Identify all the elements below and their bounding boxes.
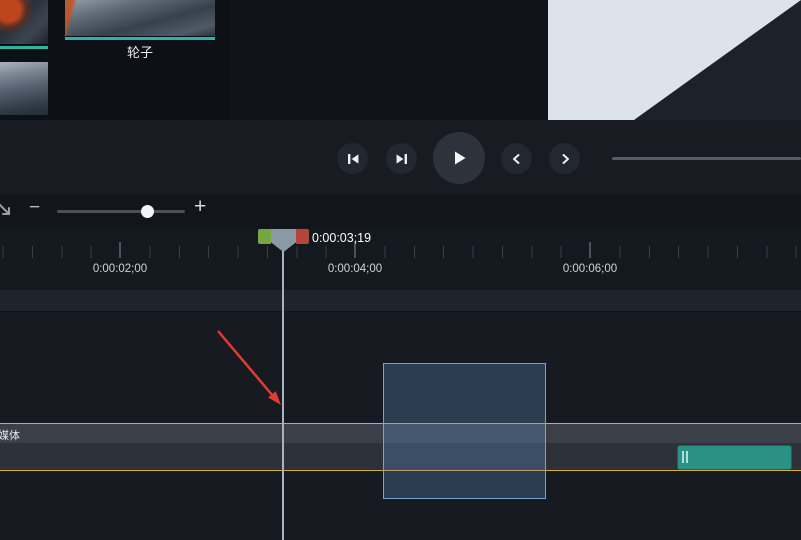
timeline-toolbar: − + — [0, 195, 801, 229]
step-forward-button[interactable] — [549, 143, 580, 174]
track-label: 媒体 — [0, 430, 20, 442]
next-frame-icon — [395, 152, 409, 166]
step-back-button[interactable] — [501, 143, 532, 174]
ruler-time-label: 0:00:02;00 — [92, 263, 148, 275]
clip-grip-icon — [682, 451, 684, 463]
ruler-major-tick — [589, 242, 591, 258]
prev-frame-icon — [346, 152, 360, 166]
chevron-right-icon — [558, 152, 572, 166]
previous-frame-button[interactable] — [337, 143, 368, 174]
clip-grip-icon — [686, 451, 688, 463]
timeline-ruler[interactable]: 0:00:02;00 0:00:04;00 0:00:06;00 0:00:03… — [0, 228, 801, 290]
ruler-time-label: 0:00:06;00 — [562, 263, 618, 275]
timeline-empty-lane — [0, 290, 801, 312]
ruler-time-label: 0:00:04;00 — [327, 263, 383, 275]
playhead-line[interactable] — [282, 251, 284, 540]
playhead-time-label: 0:00:03;19 — [312, 231, 372, 245]
media-thumbnail-2[interactable] — [0, 62, 48, 115]
playhead-out-handle[interactable] — [296, 229, 309, 244]
partial-tool-icon — [0, 200, 13, 227]
media-thumbnail-1[interactable] — [0, 0, 48, 44]
playhead-head[interactable] — [271, 229, 296, 252]
next-frame-button[interactable] — [386, 143, 417, 174]
zoom-out-button[interactable]: − — [29, 197, 40, 219]
transport-bar — [0, 120, 801, 195]
play-button[interactable] — [433, 132, 485, 184]
playhead-in-handle[interactable] — [258, 229, 271, 244]
zoom-slider-handle[interactable] — [141, 205, 154, 218]
playhead-marker[interactable] — [258, 229, 309, 252]
zoom-in-button[interactable]: + — [194, 195, 206, 219]
selection-marquee — [383, 363, 546, 499]
media-item-label: 轮子 — [126, 45, 153, 60]
preview-slide[interactable] — [548, 0, 801, 120]
media-library-panel: 轮子 — [0, 0, 230, 120]
play-icon — [449, 148, 469, 168]
media-thumbnail-wheel[interactable] — [65, 0, 215, 36]
ruler-major-tick — [119, 242, 121, 258]
preview-canvas[interactable] — [230, 0, 801, 120]
selected-indicator — [0, 46, 48, 49]
slide-diagonal-shape — [634, 0, 801, 120]
chevron-left-icon — [510, 152, 524, 166]
transport-progress-slider[interactable] — [612, 157, 801, 160]
timeline-tracks-area[interactable]: 媒体 — [0, 290, 801, 540]
selected-indicator — [65, 37, 215, 40]
video-editor-window: 轮子 − + 0:00:02;00 0:00:04;00 0:00:06;00 … — [0, 0, 801, 540]
timeline-clip-teal[interactable] — [677, 445, 792, 470]
zoom-slider-track[interactable] — [57, 210, 185, 213]
